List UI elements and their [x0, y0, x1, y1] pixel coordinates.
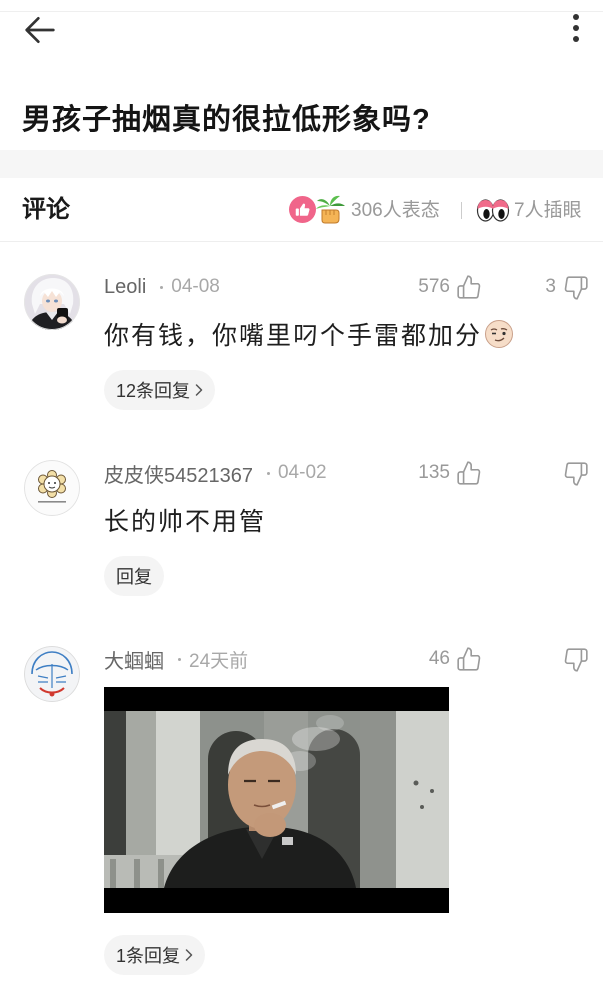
meta-separator-dot — [160, 285, 164, 289]
reply-label: 12条回复 — [116, 381, 191, 401]
thumbs-down-icon — [564, 462, 588, 486]
comment-item: Leoli 04-08 576 3 你有钱，你嘴里叼个手雷都加分 12条回复 — [0, 274, 603, 410]
username[interactable]: 皮皮侠54521367 — [104, 459, 253, 488]
comment-meta: 大蝈蝈 24天前 — [104, 645, 249, 674]
like-count[interactable]: 46 — [429, 646, 450, 672]
smirk-face-emoji-icon — [485, 320, 514, 348]
view-replies-button[interactable]: 1条回复 — [104, 935, 206, 975]
back-button[interactable] — [20, 10, 60, 50]
back-arrow-icon — [25, 17, 55, 44]
chevron-right-icon — [185, 949, 193, 961]
like-count[interactable]: 576 — [418, 274, 450, 300]
watchers-summary[interactable]: 7人插眼 — [475, 194, 593, 226]
comment-date: 04-02 — [277, 462, 327, 483]
pink-thumbs-up-icon — [289, 196, 316, 223]
comment-meta: 皮皮侠54521367 04-02 — [104, 459, 327, 488]
thumbs-up-icon — [457, 275, 481, 299]
thumbs-up-icon — [457, 461, 481, 485]
comment-text: 你有钱，你嘴里叼个手雷都加分 — [104, 316, 514, 352]
reply-button[interactable]: 回复 — [104, 556, 164, 596]
header-divider — [0, 241, 603, 242]
view-replies-button[interactable]: 12条回复 — [104, 370, 216, 410]
top-divider — [0, 11, 603, 12]
dislike-button[interactable] — [563, 647, 589, 673]
eyes-icon — [476, 199, 510, 222]
movie-still-image — [104, 687, 449, 913]
thumbs-down-icon — [564, 276, 588, 300]
comment-page: 男孩子抽烟真的很拉低形象吗? 评论 306人表态 7人插眼 Leoli 04-0… — [0, 0, 603, 1000]
like-count[interactable]: 135 — [418, 460, 450, 486]
avatar-image — [24, 460, 80, 516]
like-button[interactable] — [456, 274, 482, 300]
thumbs-up-icon — [457, 647, 481, 671]
reactions-label: 306人表态 — [351, 200, 440, 221]
comment-meta: Leoli 04-08 — [104, 274, 220, 300]
reactions-summary[interactable]: 306人表态 — [288, 194, 452, 226]
username[interactable]: Leoli — [104, 276, 146, 299]
user-avatar[interactable] — [24, 274, 80, 330]
like-button[interactable] — [456, 646, 482, 672]
reply-label: 回复 — [116, 567, 152, 587]
user-avatar[interactable] — [24, 646, 80, 702]
meta-separator-dot — [266, 471, 270, 475]
thumbs-down-icon — [564, 648, 588, 672]
comment-text-content: 你有钱，你嘴里叼个手雷都加分 — [104, 322, 483, 350]
avatar-image — [24, 274, 80, 330]
comment-image[interactable] — [104, 687, 449, 913]
reply-label: 1条回复 — [116, 946, 181, 966]
dislike-count[interactable]: 3 — [545, 274, 556, 300]
header-stat-divider — [461, 202, 462, 219]
like-button[interactable] — [456, 460, 482, 486]
chevron-right-icon — [195, 384, 203, 396]
section-separator — [0, 150, 603, 178]
user-avatar[interactable] — [24, 460, 80, 516]
username[interactable]: 大蝈蝈 — [104, 645, 164, 674]
post-title: 男孩子抽烟真的很拉低形象吗? — [22, 104, 431, 136]
comment-date: 24天前 — [189, 650, 249, 672]
comments-heading: 评论 — [22, 196, 70, 223]
watchers-label: 7人插眼 — [514, 200, 582, 221]
more-menu-button[interactable] — [568, 12, 584, 46]
comment-text: 长的帅不用管 — [104, 502, 266, 538]
avatar-image — [24, 646, 80, 702]
green-hand-icon — [316, 195, 345, 224]
comment-item: 皮皮侠54521367 04-02 135 长的帅不用管 回复 — [0, 460, 603, 596]
more-vertical-icon — [573, 14, 579, 42]
comment-item: 大蝈蝈 24天前 46 1条回复 — [0, 646, 603, 975]
meta-separator-dot — [178, 657, 181, 661]
comment-date: 04-08 — [171, 276, 220, 297]
dislike-button[interactable] — [563, 461, 589, 487]
comment-text-content: 长的帅不用管 — [104, 508, 267, 536]
dislike-button[interactable] — [563, 275, 589, 301]
